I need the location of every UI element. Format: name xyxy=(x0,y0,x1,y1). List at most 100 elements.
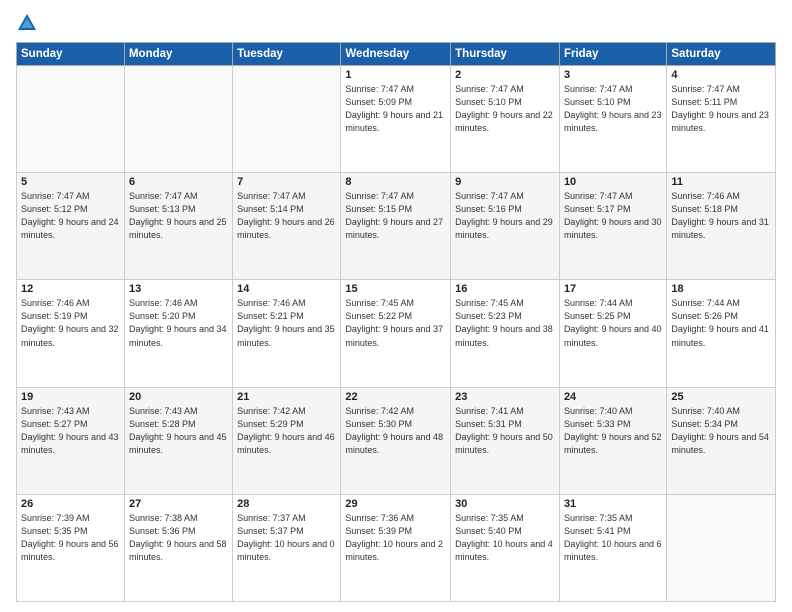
day-header-thursday: Thursday xyxy=(451,43,560,66)
calendar-day-cell: 22 Sunrise: 7:42 AM Sunset: 5:30 PM Dayli… xyxy=(341,387,451,494)
calendar-day-cell xyxy=(233,66,341,173)
day-info: Sunrise: 7:41 AM Sunset: 5:31 PM Dayligh… xyxy=(455,405,555,457)
day-number: 29 xyxy=(345,498,446,510)
day-info: Sunrise: 7:36 AM Sunset: 5:39 PM Dayligh… xyxy=(345,512,446,564)
day-header-sunday: Sunday xyxy=(17,43,125,66)
day-number: 18 xyxy=(671,283,771,295)
day-info: Sunrise: 7:47 AM Sunset: 5:16 PM Dayligh… xyxy=(455,190,555,242)
calendar-day-cell: 24 Sunrise: 7:40 AM Sunset: 5:33 PM Dayli… xyxy=(559,387,666,494)
day-info: Sunrise: 7:35 AM Sunset: 5:41 PM Dayligh… xyxy=(564,512,662,564)
calendar-table: SundayMondayTuesdayWednesdayThursdayFrid… xyxy=(16,42,776,602)
calendar-day-cell: 1 Sunrise: 7:47 AM Sunset: 5:09 PM Daylig… xyxy=(341,66,451,173)
calendar-day-cell: 10 Sunrise: 7:47 AM Sunset: 5:17 PM Dayli… xyxy=(559,173,666,280)
calendar-day-cell: 2Sunrise: 7:47 AM Sunset: 5:10 PM Daylig… xyxy=(451,66,560,173)
calendar-day-cell: 29 Sunrise: 7:36 AM Sunset: 5:39 PM Dayli… xyxy=(341,494,451,601)
day-info: Sunrise: 7:46 AM Sunset: 5:20 PM Dayligh… xyxy=(129,297,228,349)
calendar-day-cell: 14 Sunrise: 7:46 AM Sunset: 5:21 PM Dayli… xyxy=(233,280,341,387)
day-number: 7 xyxy=(237,176,336,188)
day-number: 12 xyxy=(21,283,120,295)
day-number: 15 xyxy=(345,283,446,295)
day-info: Sunrise: 7:42 AM Sunset: 5:30 PM Dayligh… xyxy=(345,405,446,457)
day-number: 11 xyxy=(671,176,771,188)
day-info: Sunrise: 7:40 AM Sunset: 5:33 PM Dayligh… xyxy=(564,405,662,457)
day-info: Sunrise: 7:47 AM Sunset: 5:11 PM Dayligh… xyxy=(671,83,771,135)
calendar-day-cell: 16Sunrise: 7:45 AM Sunset: 5:23 PM Dayli… xyxy=(451,280,560,387)
day-number: 27 xyxy=(129,498,228,510)
day-info: Sunrise: 7:47 AM Sunset: 5:10 PM Dayligh… xyxy=(564,83,662,135)
calendar-day-cell: 7 Sunrise: 7:47 AM Sunset: 5:14 PM Daylig… xyxy=(233,173,341,280)
day-info: Sunrise: 7:35 AM Sunset: 5:40 PM Dayligh… xyxy=(455,512,555,564)
day-number: 2 xyxy=(455,69,555,81)
calendar-week-row: 19Sunrise: 7:43 AM Sunset: 5:27 PM Dayli… xyxy=(17,387,776,494)
day-info: Sunrise: 7:46 AM Sunset: 5:21 PM Dayligh… xyxy=(237,297,336,349)
day-info: Sunrise: 7:47 AM Sunset: 5:15 PM Dayligh… xyxy=(345,190,446,242)
calendar-day-cell xyxy=(667,494,776,601)
calendar-day-cell: 8 Sunrise: 7:47 AM Sunset: 5:15 PM Daylig… xyxy=(341,173,451,280)
day-number: 24 xyxy=(564,391,662,403)
day-info: Sunrise: 7:46 AM Sunset: 5:19 PM Dayligh… xyxy=(21,297,120,349)
day-number: 1 xyxy=(345,69,446,81)
day-info: Sunrise: 7:37 AM Sunset: 5:37 PM Dayligh… xyxy=(237,512,336,564)
day-number: 31 xyxy=(564,498,662,510)
calendar-day-cell: 9Sunrise: 7:47 AM Sunset: 5:16 PM Daylig… xyxy=(451,173,560,280)
day-number: 8 xyxy=(345,176,446,188)
day-info: Sunrise: 7:47 AM Sunset: 5:12 PM Dayligh… xyxy=(21,190,120,242)
day-info: Sunrise: 7:40 AM Sunset: 5:34 PM Dayligh… xyxy=(671,405,771,457)
calendar-day-cell: 21Sunrise: 7:42 AM Sunset: 5:29 PM Dayli… xyxy=(233,387,341,494)
day-info: Sunrise: 7:47 AM Sunset: 5:14 PM Dayligh… xyxy=(237,190,336,242)
logo xyxy=(16,12,41,34)
calendar-day-cell: 6 Sunrise: 7:47 AM Sunset: 5:13 PM Daylig… xyxy=(124,173,232,280)
calendar-day-cell: 30 Sunrise: 7:35 AM Sunset: 5:40 PM Dayli… xyxy=(451,494,560,601)
day-number: 19 xyxy=(21,391,120,403)
calendar-day-cell: 3 Sunrise: 7:47 AM Sunset: 5:10 PM Daylig… xyxy=(559,66,666,173)
day-number: 23 xyxy=(455,391,555,403)
day-number: 26 xyxy=(21,498,120,510)
day-number: 28 xyxy=(237,498,336,510)
day-info: Sunrise: 7:47 AM Sunset: 5:09 PM Dayligh… xyxy=(345,83,446,135)
page: SundayMondayTuesdayWednesdayThursdayFrid… xyxy=(0,0,792,612)
day-info: Sunrise: 7:43 AM Sunset: 5:28 PM Dayligh… xyxy=(129,405,228,457)
day-info: Sunrise: 7:45 AM Sunset: 5:22 PM Dayligh… xyxy=(345,297,446,349)
logo-icon xyxy=(16,12,38,34)
day-header-friday: Friday xyxy=(559,43,666,66)
day-number: 5 xyxy=(21,176,120,188)
calendar-day-cell: 17 Sunrise: 7:44 AM Sunset: 5:25 PM Dayli… xyxy=(559,280,666,387)
calendar-day-cell: 20Sunrise: 7:43 AM Sunset: 5:28 PM Dayli… xyxy=(124,387,232,494)
calendar-day-cell: 18 Sunrise: 7:44 AM Sunset: 5:26 PM Dayli… xyxy=(667,280,776,387)
day-number: 21 xyxy=(237,391,336,403)
calendar-day-cell xyxy=(17,66,125,173)
day-number: 6 xyxy=(129,176,228,188)
calendar-week-row: 26Sunrise: 7:39 AM Sunset: 5:35 PM Dayli… xyxy=(17,494,776,601)
day-number: 13 xyxy=(129,283,228,295)
calendar-day-cell: 5 Sunrise: 7:47 AM Sunset: 5:12 PM Daylig… xyxy=(17,173,125,280)
calendar-day-cell: 4 Sunrise: 7:47 AM Sunset: 5:11 PM Daylig… xyxy=(667,66,776,173)
day-header-monday: Monday xyxy=(124,43,232,66)
day-number: 3 xyxy=(564,69,662,81)
day-info: Sunrise: 7:46 AM Sunset: 5:18 PM Dayligh… xyxy=(671,190,771,242)
day-info: Sunrise: 7:38 AM Sunset: 5:36 PM Dayligh… xyxy=(129,512,228,564)
day-number: 4 xyxy=(671,69,771,81)
day-number: 10 xyxy=(564,176,662,188)
day-info: Sunrise: 7:44 AM Sunset: 5:25 PM Dayligh… xyxy=(564,297,662,349)
day-header-wednesday: Wednesday xyxy=(341,43,451,66)
calendar-week-row: 5 Sunrise: 7:47 AM Sunset: 5:12 PM Daylig… xyxy=(17,173,776,280)
calendar-day-cell: 25 Sunrise: 7:40 AM Sunset: 5:34 PM Dayli… xyxy=(667,387,776,494)
calendar-week-row: 12 Sunrise: 7:46 AM Sunset: 5:19 PM Dayli… xyxy=(17,280,776,387)
day-info: Sunrise: 7:47 AM Sunset: 5:13 PM Dayligh… xyxy=(129,190,228,242)
day-number: 25 xyxy=(671,391,771,403)
day-number: 16 xyxy=(455,283,555,295)
day-number: 30 xyxy=(455,498,555,510)
header xyxy=(16,12,776,34)
day-header-tuesday: Tuesday xyxy=(233,43,341,66)
calendar-day-cell: 31 Sunrise: 7:35 AM Sunset: 5:41 PM Dayli… xyxy=(559,494,666,601)
calendar-day-cell xyxy=(124,66,232,173)
calendar-day-cell: 28 Sunrise: 7:37 AM Sunset: 5:37 PM Dayli… xyxy=(233,494,341,601)
calendar-day-cell: 13 Sunrise: 7:46 AM Sunset: 5:20 PM Dayli… xyxy=(124,280,232,387)
calendar-day-cell: 19Sunrise: 7:43 AM Sunset: 5:27 PM Dayli… xyxy=(17,387,125,494)
day-number: 17 xyxy=(564,283,662,295)
day-number: 22 xyxy=(345,391,446,403)
calendar-day-cell: 26Sunrise: 7:39 AM Sunset: 5:35 PM Dayli… xyxy=(17,494,125,601)
day-info: Sunrise: 7:47 AM Sunset: 5:17 PM Dayligh… xyxy=(564,190,662,242)
day-info: Sunrise: 7:44 AM Sunset: 5:26 PM Dayligh… xyxy=(671,297,771,349)
day-number: 14 xyxy=(237,283,336,295)
